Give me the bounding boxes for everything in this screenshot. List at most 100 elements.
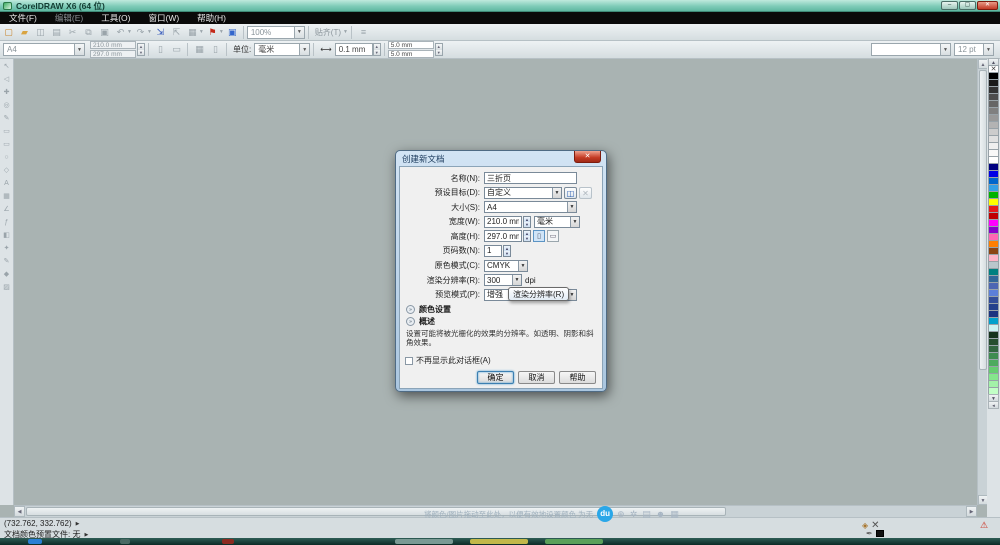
- chevron-down-icon[interactable]: ▼: [552, 188, 561, 198]
- expander-icon[interactable]: ▶: [84, 532, 88, 538]
- copy-button[interactable]: ⧉: [81, 25, 96, 39]
- save-preset-button[interactable]: ◫: [564, 187, 577, 199]
- blend-tool-icon[interactable]: ◧: [1, 230, 13, 242]
- current-page-button[interactable]: ▯: [208, 43, 223, 57]
- taskbar-item[interactable]: [545, 539, 603, 544]
- ellipse-tool-icon[interactable]: ○: [1, 152, 13, 164]
- preset-destination-combo[interactable]: 自定义 ▼: [484, 187, 562, 199]
- import-button[interactable]: ⇲: [153, 25, 168, 39]
- chevron-down-icon[interactable]: ▼: [518, 261, 527, 271]
- table-tool-icon[interactable]: ▦: [1, 191, 13, 203]
- page-width-field[interactable]: 210.0 mm: [90, 41, 136, 49]
- redo-button[interactable]: ↷: [133, 25, 148, 39]
- save-button[interactable]: ◫: [33, 25, 48, 39]
- snap-dropdown[interactable]: 贴齐(T): [315, 27, 341, 38]
- units-combo-dialog[interactable]: 毫米 ▼: [534, 216, 580, 228]
- menu-item-help[interactable]: 帮助(H): [188, 12, 235, 24]
- expand-section-icon[interactable]: »: [406, 305, 415, 314]
- cancel-button[interactable]: 取消: [518, 371, 555, 384]
- dialog-close-button[interactable]: ✕: [574, 151, 601, 163]
- open-button[interactable]: ▰: [17, 25, 32, 39]
- landscape-button[interactable]: ▭: [169, 43, 184, 57]
- interactive-fill-tool-icon[interactable]: ▨: [1, 282, 13, 294]
- zoom-level-combo[interactable]: 100% ▼: [247, 26, 305, 39]
- help-button[interactable]: 帮助: [559, 371, 596, 384]
- rendering-resolution-combo[interactable]: 300 ▼: [484, 274, 522, 286]
- scroll-right-icon[interactable]: ▶: [966, 506, 977, 517]
- chevron-down-icon[interactable]: ▼: [199, 29, 204, 35]
- freehand-tool-icon[interactable]: ✎: [1, 113, 13, 125]
- smart-fill-tool-icon[interactable]: ▭: [1, 126, 13, 138]
- chevron-down-icon[interactable]: ▼: [294, 27, 304, 38]
- crop-tool-icon[interactable]: ✚: [1, 87, 13, 99]
- chevron-down-icon[interactable]: ▼: [299, 44, 309, 55]
- nudge-stepper[interactable]: ▲▼: [373, 43, 381, 56]
- description-section[interactable]: » 概述: [406, 316, 598, 326]
- height-input[interactable]: [484, 230, 522, 242]
- zoom-tool-icon[interactable]: ◎: [1, 100, 13, 112]
- welcome-screen-button[interactable]: ⚑: [205, 25, 220, 39]
- duplicate-stepper[interactable]: ▲▼: [435, 43, 443, 56]
- checkbox-icon[interactable]: [405, 357, 413, 365]
- units-combo[interactable]: 毫米 ▼: [254, 43, 310, 56]
- expander-icon[interactable]: ▶: [76, 521, 80, 527]
- duplicate-y-field[interactable]: 5.0 mm: [388, 50, 434, 58]
- text-tool-icon[interactable]: A: [1, 178, 13, 190]
- vertical-scrollbar[interactable]: ▲ ▼: [977, 59, 987, 505]
- portrait-button[interactable]: ▯: [153, 43, 168, 57]
- ok-button[interactable]: 确定: [477, 371, 514, 384]
- page-size-combo[interactable]: A4 ▼: [484, 201, 577, 213]
- vertical-scroll-thumb[interactable]: [979, 70, 987, 370]
- landscape-orientation-button[interactable]: ▭: [547, 230, 559, 242]
- shape-tool-icon[interactable]: ◁: [1, 74, 13, 86]
- export-button[interactable]: ⇱: [169, 25, 184, 39]
- taskbar-item[interactable]: [28, 539, 42, 544]
- chevron-down-icon[interactable]: ▼: [570, 217, 579, 227]
- chevron-down-icon[interactable]: ▼: [147, 29, 152, 35]
- page-size-stepper[interactable]: ▲▼: [137, 43, 145, 56]
- duplicate-x-field[interactable]: 5.0 mm: [388, 41, 434, 49]
- menu-item-file[interactable]: 文件(F): [0, 12, 46, 24]
- width-stepper[interactable]: ▲▼: [523, 216, 531, 228]
- document-name-input[interactable]: [484, 172, 577, 184]
- chevron-down-icon[interactable]: ▼: [127, 29, 132, 35]
- undo-button[interactable]: ↶: [113, 25, 128, 39]
- palette-expand-icon[interactable]: ◂: [988, 401, 999, 409]
- page-count-input[interactable]: [484, 245, 502, 257]
- scroll-left-icon[interactable]: ◀: [14, 506, 25, 517]
- taskbar-item[interactable]: [120, 539, 130, 544]
- connector-tool-icon[interactable]: ƒ: [1, 217, 13, 229]
- primary-color-mode-combo[interactable]: CMYK ▼: [484, 260, 528, 272]
- chevron-down-icon[interactable]: ▼: [983, 44, 993, 55]
- font-list-combo[interactable]: ▼: [871, 43, 951, 56]
- width-input[interactable]: [484, 216, 522, 228]
- chevron-down-icon[interactable]: ▼: [940, 44, 950, 55]
- taskbar-item[interactable]: [470, 539, 528, 544]
- rectangle-tool-icon[interactable]: ▭: [1, 139, 13, 151]
- pick-tool-icon[interactable]: ↖: [1, 61, 13, 73]
- chevron-down-icon[interactable]: ▼: [219, 29, 224, 35]
- taskbar-item[interactable]: [222, 539, 234, 544]
- portrait-orientation-button[interactable]: ▯: [533, 230, 545, 242]
- chevron-down-icon[interactable]: ▼: [512, 275, 521, 285]
- font-size-combo[interactable]: 12 pt ▼: [954, 43, 994, 56]
- close-button[interactable]: ✕: [977, 1, 998, 10]
- fullscreen-preview-button[interactable]: ▣: [225, 25, 240, 39]
- paste-button[interactable]: ▣: [97, 25, 112, 39]
- delete-preset-button[interactable]: ✕: [579, 187, 592, 199]
- dont-show-again-checkbox[interactable]: 不再显示此对话框(A): [405, 355, 598, 366]
- page-height-field[interactable]: 297.0 mm: [90, 50, 136, 58]
- expand-section-icon[interactable]: »: [406, 317, 415, 326]
- maximize-button[interactable]: ▢: [959, 1, 976, 10]
- outline-pen-tool-icon[interactable]: ✎: [1, 256, 13, 268]
- minimize-button[interactable]: –: [941, 1, 958, 10]
- options-button[interactable]: ≡: [356, 25, 371, 39]
- fill-tool-icon[interactable]: ◆: [1, 269, 13, 281]
- page-size-preset-combo[interactable]: A4 ▼: [3, 43, 85, 56]
- chevron-down-icon[interactable]: ▼: [74, 44, 84, 55]
- new-document-button[interactable]: ▢: [1, 25, 16, 39]
- eyedropper-tool-icon[interactable]: ✦: [1, 243, 13, 255]
- print-button[interactable]: ▤: [49, 25, 64, 39]
- polygon-tool-icon[interactable]: ◇: [1, 165, 13, 177]
- chevron-down-icon[interactable]: ▼: [567, 202, 576, 212]
